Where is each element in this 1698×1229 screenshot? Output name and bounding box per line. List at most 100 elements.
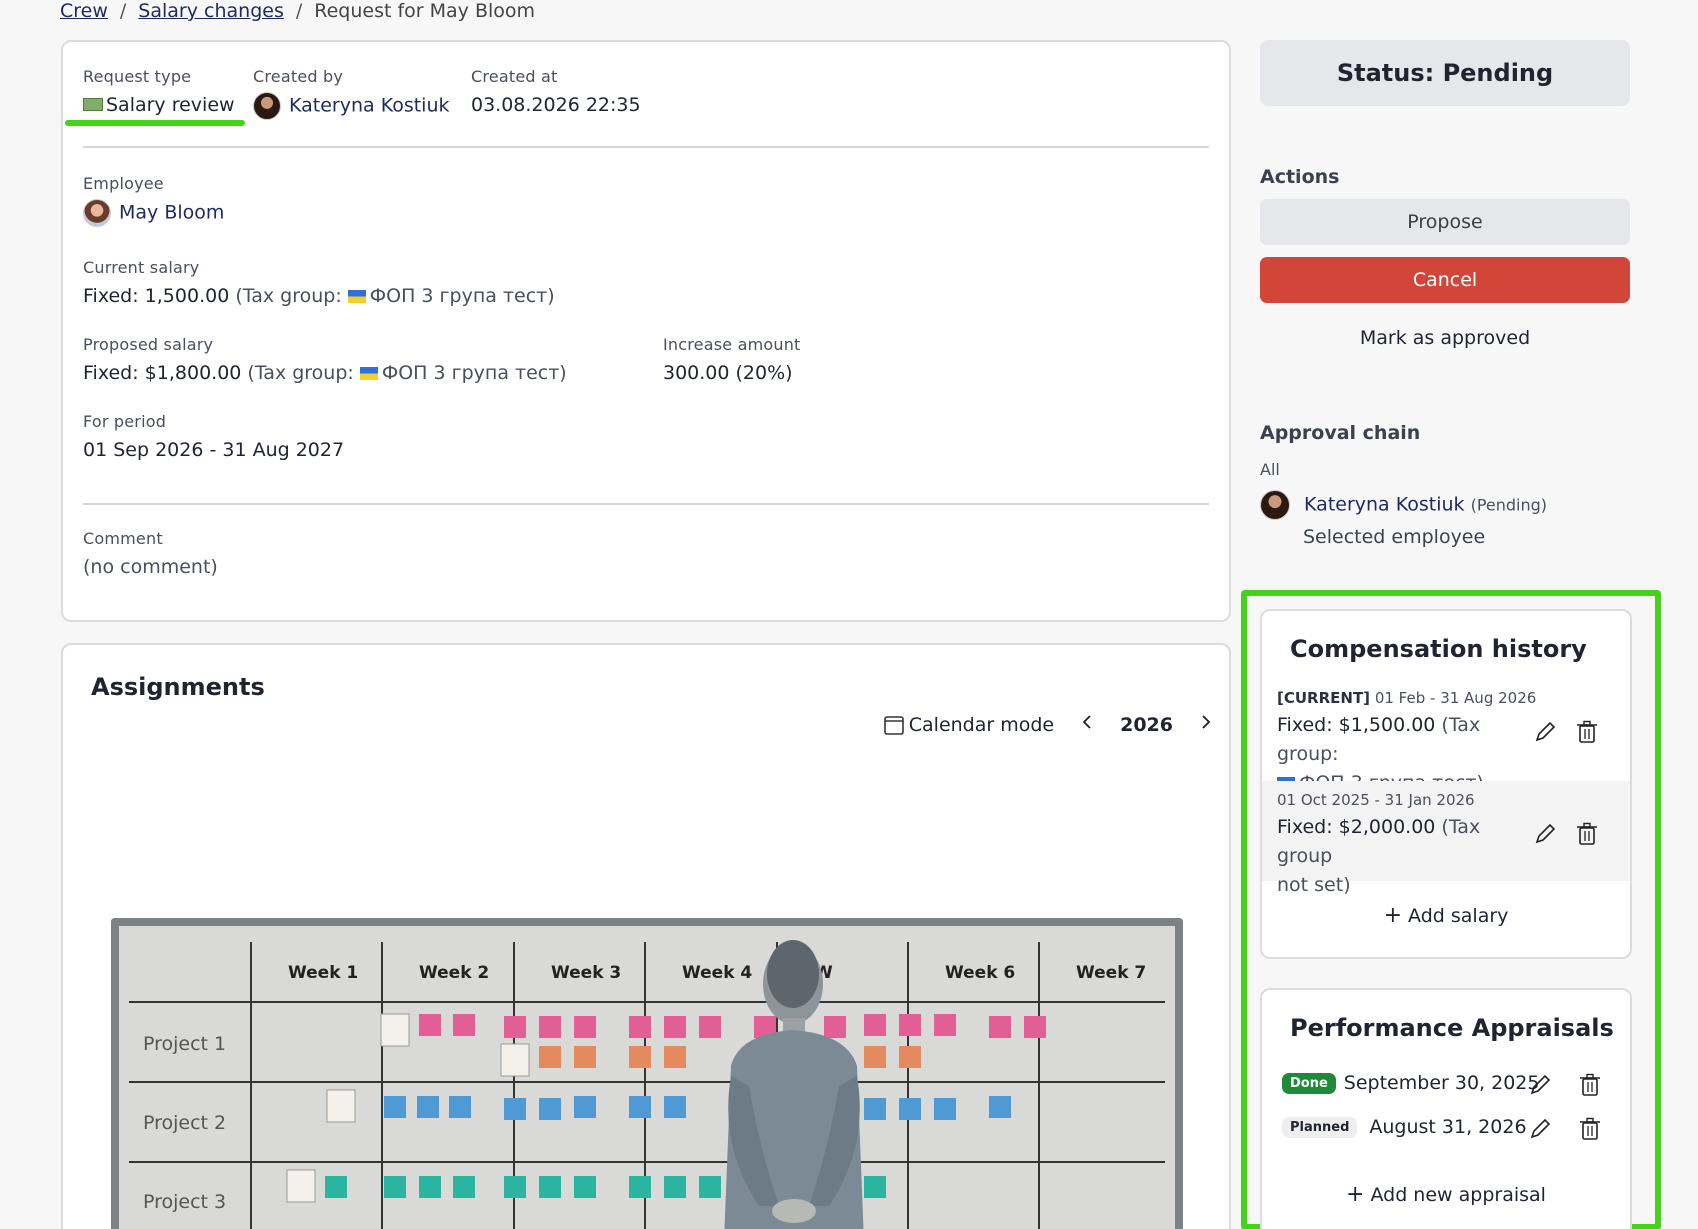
board-week-label: Week 1 [288,963,358,983]
avatar [83,199,111,227]
approver-status: (Pending) [1470,495,1548,515]
current-salary-tax-group: ФОП 3 група тест) [369,285,555,307]
cancel-button[interactable]: Cancel [1260,257,1630,303]
edit-icon[interactable] [1527,1072,1553,1098]
whiteboard-grid: Week 1 Week 2 Week 3 Week 4 W Week 6 Wee… [129,940,1165,1229]
status-badge-done: Done [1282,1072,1336,1094]
performance-appraisals-title: Performance Appraisals [1290,1014,1614,1042]
approval-chain-entry: Kateryna Kostiuk (Pending) Selected empl… [1260,490,1547,548]
compensation-period: 01 Oct 2025 - 31 Jan 2026 [1277,791,1475,809]
comment-label: Comment [83,529,163,548]
appraisal-row[interactable]: Planned August 31, 2026 [1282,1116,1527,1138]
calendar-mode-label: Calendar mode [908,713,1055,736]
add-salary-button[interactable]: + Add salary [1262,903,1630,928]
created-by-label: Created by [253,67,344,86]
request-type-highlight [65,120,245,126]
appraisal-date: August 31, 2026 [1369,1116,1527,1138]
created-by-value[interactable]: Kateryna Kostiuk [289,95,450,117]
avatar [253,92,281,120]
calendar-icon [883,715,904,735]
current-tag: [CURRENT] [1277,689,1371,707]
money-icon [83,98,103,111]
year-label: 2026 [1120,713,1173,736]
breadcrumb-salary-changes-link[interactable]: Salary changes [138,0,284,22]
board-project-label: Project 2 [143,1112,226,1134]
employee-field: Employee May Bloom [83,174,224,227]
assignments-toolbar: Calendar mode 2026 [883,713,1213,736]
propose-button[interactable]: Propose [1260,199,1630,245]
appraisal-date: September 30, 2025 [1343,1072,1540,1094]
approval-chain-scope: All [1260,460,1280,479]
calendar-mode-button[interactable]: Calendar mode [883,714,1054,736]
created-at-field: Created at 03.08.2026 22:35 [471,67,641,116]
compensation-amount: Fixed: $2,000.00 [1277,816,1436,838]
board-project-label: Project 1 [143,1033,226,1055]
appraisal-row[interactable]: Done September 30, 2025 [1282,1072,1539,1094]
request-type-field: Request type Salary review [83,67,235,116]
employee-value[interactable]: May Bloom [119,202,224,224]
edit-icon[interactable] [1527,1116,1553,1142]
created-at-value: 03.08.2026 22:35 [471,94,641,116]
period-label: For period [83,412,167,431]
status-badge: Status: Pending [1260,40,1630,106]
compensation-period: 01 Feb - 31 Aug 2026 [1374,689,1537,707]
breadcrumb-separator: / [119,0,127,22]
created-at-label: Created at [471,67,558,86]
trash-icon[interactable] [1577,1072,1603,1098]
increase-amount-value: 300.00 (20%) [663,362,793,384]
section-divider [83,503,1209,505]
compensation-item: 01 Oct 2025 - 31 Jan 2026 Fixed: $2,000.… [1262,781,1630,896]
compensation-amount: Fixed: $1,500.00 [1277,714,1436,736]
avatar [1260,490,1290,520]
edit-icon[interactable] [1532,719,1558,745]
sticky-notes [419,1014,1046,1038]
board-week-label: Week 6 [945,963,1015,983]
period-field: For period 01 Sep 2026 - 31 Aug 2027 [83,412,344,461]
trash-icon[interactable] [1574,821,1600,847]
comment-field: Comment (no comment) [83,529,218,578]
plus-icon: + [1346,1182,1365,1207]
man-illustration [724,940,864,1229]
ukraine-flag-icon [347,290,366,303]
assignments-card: Assignments Calendar mode 2026 Week 1 We… [61,643,1231,1229]
proposed-salary-tax-prefix: (Tax group: [247,362,354,384]
mark-approved-button[interactable]: Mark as approved [1260,315,1630,361]
board-week-label: Week 2 [419,963,489,983]
trash-icon[interactable] [1574,719,1600,745]
approver-name[interactable]: Kateryna Kostiuk [1304,494,1465,516]
add-salary-label: Add salary [1408,905,1509,927]
current-salary-field: Current salary Fixed: 1,500.00 (Tax grou… [83,258,555,307]
prev-year-button[interactable] [1080,713,1094,736]
breadcrumb-separator: / [295,0,303,22]
empty-state-illustration: Week 1 Week 2 Week 3 Week 4 W Week 6 Wee… [111,918,1183,1229]
created-by-field: Created by Kateryna Kostiuk [253,67,450,120]
comment-value: (no comment) [83,556,218,578]
proposed-salary-amount: Fixed: $1,800.00 [83,362,242,384]
chevron-left-icon [1082,715,1091,729]
trash-icon[interactable] [1577,1116,1603,1142]
board-week-label: Week 4 [682,963,752,983]
actions-title: Actions [1260,166,1340,188]
request-type-value: Salary review [106,94,235,116]
request-details-card: Request type Salary review Created by Ka… [61,40,1231,622]
ukraine-flag-icon [359,367,378,380]
breadcrumb: Crew / Salary changes / Request for May … [60,0,535,22]
add-appraisal-button[interactable]: + Add new appraisal [1262,1182,1630,1207]
proposed-salary-label: Proposed salary [83,335,214,354]
increase-amount-field: Increase amount 300.00 (20%) [663,335,801,384]
performance-appraisals-card: Performance Appraisals Done September 30… [1260,988,1632,1229]
edit-icon[interactable] [1532,821,1558,847]
plus-icon: + [1383,903,1403,928]
breadcrumb-crew-link[interactable]: Crew [60,0,108,22]
compensation-history-card: Compensation history [CURRENT] 01 Feb - … [1260,609,1632,959]
status-badge-planned: Planned [1282,1116,1358,1138]
increase-amount-label: Increase amount [663,335,801,354]
approver-subtitle: Selected employee [1303,526,1486,548]
chevron-right-icon [1202,715,1211,729]
approval-chain-title: Approval chain [1260,422,1421,444]
proposed-salary-tax-group: ФОП 3 група тест) [381,362,567,384]
request-type-label: Request type [83,67,192,86]
next-year-button[interactable] [1199,713,1213,736]
compensation-history-title: Compensation history [1290,635,1587,663]
employee-label: Employee [83,174,164,193]
